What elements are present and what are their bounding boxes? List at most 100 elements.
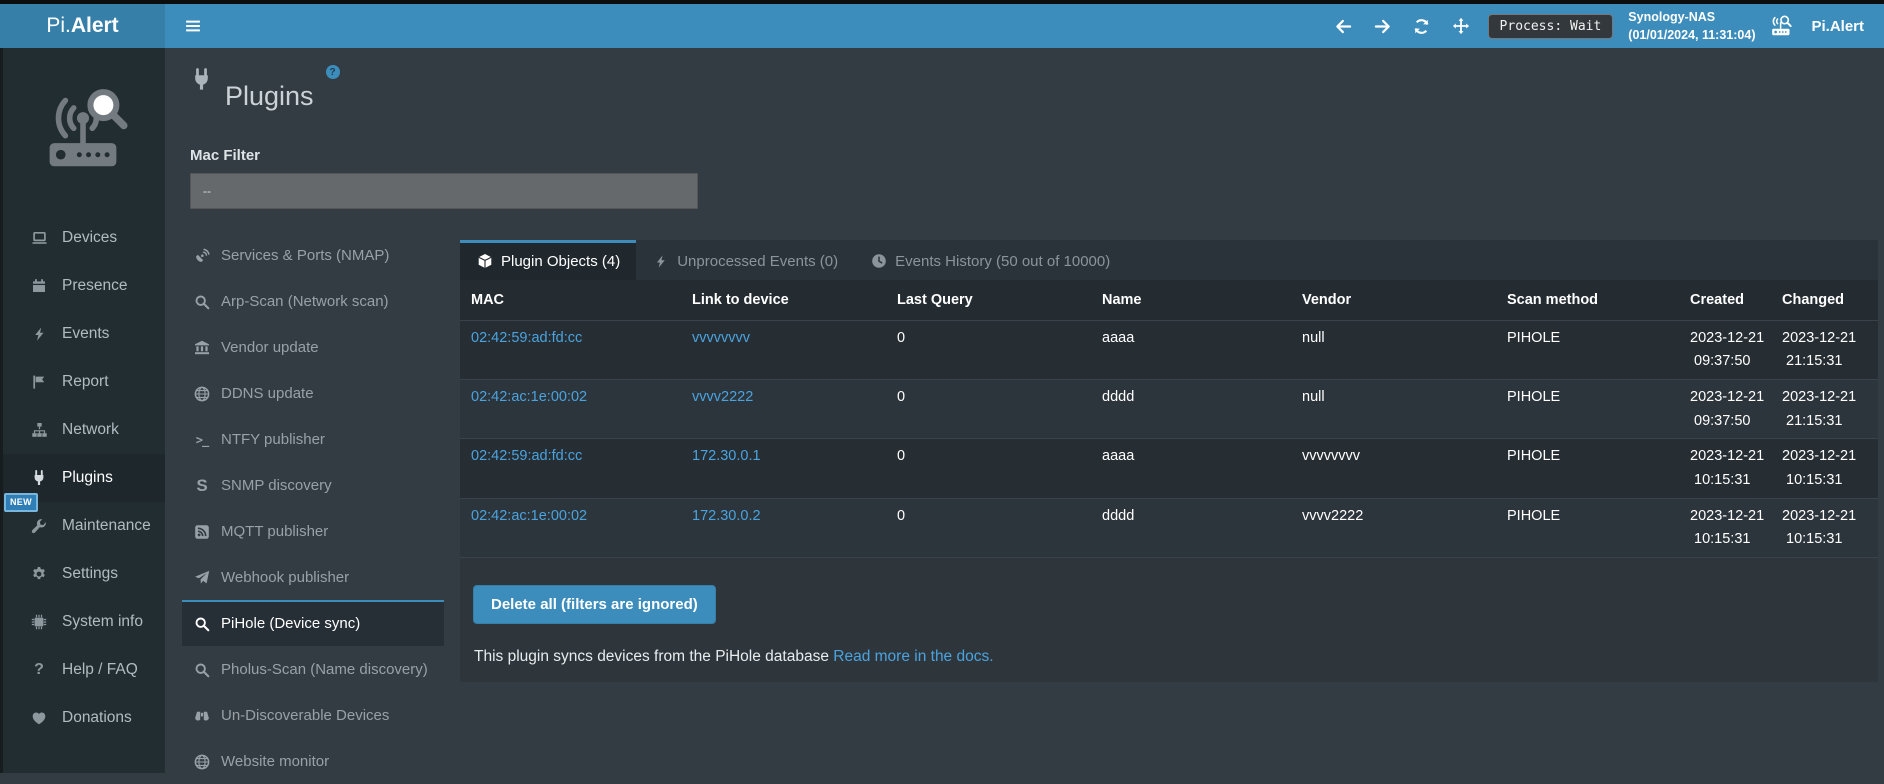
sidebar-item-devices[interactable]: Devices (0, 214, 165, 262)
paper-plane-icon (193, 570, 211, 586)
mac-link[interactable]: 02:42:59:ad:fd:cc (471, 448, 582, 464)
nav-back-button[interactable] (1332, 14, 1356, 38)
sidebar-item-donations[interactable]: Donations (0, 694, 165, 742)
question-icon: ? (30, 662, 48, 679)
device-link[interactable]: 172.30.0.1 (692, 448, 761, 464)
plugin-nav-label: SNMP discovery (221, 477, 332, 494)
plugin-nav-label: PiHole (Device sync) (221, 615, 360, 632)
sidebar-toggle-button[interactable] (175, 8, 211, 44)
satellite-dish-icon (193, 248, 211, 264)
plugin-nav-item-ddns[interactable]: DDNS update (182, 370, 444, 416)
plugin-nav-item-ntfy[interactable]: >_NTFY publisher (182, 416, 444, 462)
wrench-icon (30, 518, 48, 535)
mac-link[interactable]: 02:42:ac:1e:00:02 (471, 508, 587, 524)
created-time: 10:15:31 (1690, 531, 1766, 548)
sidebar-item-report[interactable]: Report (0, 358, 165, 406)
sidebar-item-label: Settings (62, 565, 118, 583)
bolt-icon (30, 326, 48, 343)
sidebar-item-presence[interactable]: Presence (0, 262, 165, 310)
cell-created: 2023-12-2110:15:31 (1682, 439, 1774, 498)
plugin-nav-item-pihole[interactable]: PiHole (Device sync) (182, 600, 444, 646)
header-nav: Process: Wait Synology-NAS (01/01/2024, … (165, 4, 1884, 48)
col-header-scan-method[interactable]: Scan method (1499, 280, 1682, 321)
cell-name: aaaa (1094, 439, 1294, 498)
sidebar-item-label: Devices (62, 229, 117, 247)
process-status-badge: Process: Wait (1488, 14, 1614, 39)
hamburger-icon (183, 16, 203, 36)
bolt-icon (652, 253, 669, 269)
host-name: Synology-NAS (1628, 8, 1755, 26)
cell-link-to-device: 172.30.0.1 (684, 439, 889, 498)
mac-link[interactable]: 02:42:ac:1e:00:02 (471, 389, 587, 405)
gear-icon (30, 566, 48, 583)
delete-all-button[interactable]: Delete all (filters are ignored) (473, 585, 716, 624)
window-left-strip (0, 48, 3, 773)
tab-events-history[interactable]: Events History (50 out of 10000) (854, 240, 1126, 280)
plugin-nav-label: Services & Ports (NMAP) (221, 247, 389, 264)
sidebar-item-network[interactable]: Network (0, 406, 165, 454)
tab-unprocessed-events[interactable]: Unprocessed Events (0) (636, 240, 854, 280)
table-body: 02:42:59:ad:fd:cc vvvvvvvv 0 aaaa null P… (460, 320, 1878, 557)
search-icon (193, 662, 211, 678)
docs-link[interactable]: Read more in the docs. (833, 648, 993, 665)
cell-changed: 2023-12-2121:15:31 (1774, 320, 1878, 379)
brand-bold: Alert (71, 14, 119, 38)
page-help-badge[interactable]: ? (326, 65, 340, 79)
cell-link-to-device: vvvvvvvv (684, 320, 889, 379)
bank-icon (193, 340, 211, 356)
sidebar-logo (0, 48, 165, 208)
nav-forward-button[interactable] (1371, 14, 1395, 38)
cell-created: 2023-12-2109:37:50 (1682, 379, 1774, 438)
plugin-nav-item-vendor-update[interactable]: Vendor update (182, 324, 444, 370)
new-badge: NEW (4, 493, 38, 512)
sidebar-item-events[interactable]: Events (0, 310, 165, 358)
cell-last-query: 0 (889, 439, 1094, 498)
plugin-nav-item-webhook[interactable]: Webhook publisher (182, 554, 444, 600)
col-header-link[interactable]: Link to device (684, 280, 889, 321)
brand-logo[interactable]: Pi.Alert (0, 4, 165, 48)
col-header-name[interactable]: Name (1094, 280, 1294, 321)
top-bar: Pi.Alert Process: Wait Synology-NAS (01/… (0, 4, 1884, 48)
table-row: 02:42:59:ad:fd:cc vvvvvvvv 0 aaaa null P… (460, 320, 1878, 379)
cell-vendor: null (1294, 379, 1499, 438)
sidebar-item-help-faq[interactable]: ?Help / FAQ (0, 646, 165, 694)
changed-time: 10:15:31 (1782, 531, 1870, 548)
mac-link[interactable]: 02:42:59:ad:fd:cc (471, 330, 582, 346)
refresh-button[interactable] (1410, 14, 1434, 38)
col-header-last-query[interactable]: Last Query (889, 280, 1094, 321)
plugin-nav-item-arpscan[interactable]: Arp-Scan (Network scan) (182, 278, 444, 324)
arrow-right-icon (1374, 18, 1391, 35)
sidebar-item-label: Donations (62, 709, 132, 727)
sidebar-item-settings[interactable]: Settings (0, 550, 165, 598)
col-header-vendor[interactable]: Vendor (1294, 280, 1499, 321)
created-date: 2023-12-21 (1690, 448, 1766, 465)
host-timestamp: (01/01/2024, 11:31:04) (1628, 26, 1755, 44)
plugin-nav-item-undiscoverable[interactable]: Un-Discoverable Devices (182, 692, 444, 738)
refresh-icon (1413, 18, 1430, 35)
plugin-nav-item-snmp[interactable]: S SNMP discovery (182, 462, 444, 508)
plugin-nav-item-nmap[interactable]: Services & Ports (NMAP) (182, 232, 444, 278)
device-link[interactable]: 172.30.0.2 (692, 508, 761, 524)
col-header-mac[interactable]: MAC (460, 280, 684, 321)
table-header: MAC Link to device Last Query Name Vendo… (460, 280, 1878, 321)
snmp-s-icon: S (193, 478, 211, 494)
plugin-nav-item-mqtt[interactable]: MQTT publisher (182, 508, 444, 554)
sidebar-item-system-info[interactable]: System info (0, 598, 165, 646)
col-header-created[interactable]: Created (1682, 280, 1774, 321)
tab-plugin-objects[interactable]: Plugin Objects (4) (460, 240, 636, 280)
plugin-nav-item-pholus[interactable]: Pholus-Scan (Name discovery) (182, 646, 444, 692)
plug-icon (190, 68, 213, 96)
fullscreen-button[interactable] (1449, 14, 1473, 38)
cell-scan-method: PIHOLE (1499, 439, 1682, 498)
changed-date: 2023-12-21 (1782, 508, 1870, 525)
mac-filter-input[interactable] (190, 173, 698, 209)
device-link[interactable]: vvvv2222 (692, 389, 753, 405)
plugin-nav-item-website-monitor[interactable]: Website monitor (182, 738, 444, 784)
sidebar-item-maintenance[interactable]: NEWMaintenance (0, 502, 165, 550)
plugin-nav-label: Website monitor (221, 753, 329, 770)
cell-link-to-device: 172.30.0.2 (684, 498, 889, 557)
plug-icon (30, 470, 48, 487)
col-header-changed[interactable]: Changed (1774, 280, 1878, 321)
device-link[interactable]: vvvvvvvv (692, 330, 750, 346)
tab-label: Plugin Objects (4) (501, 253, 620, 270)
